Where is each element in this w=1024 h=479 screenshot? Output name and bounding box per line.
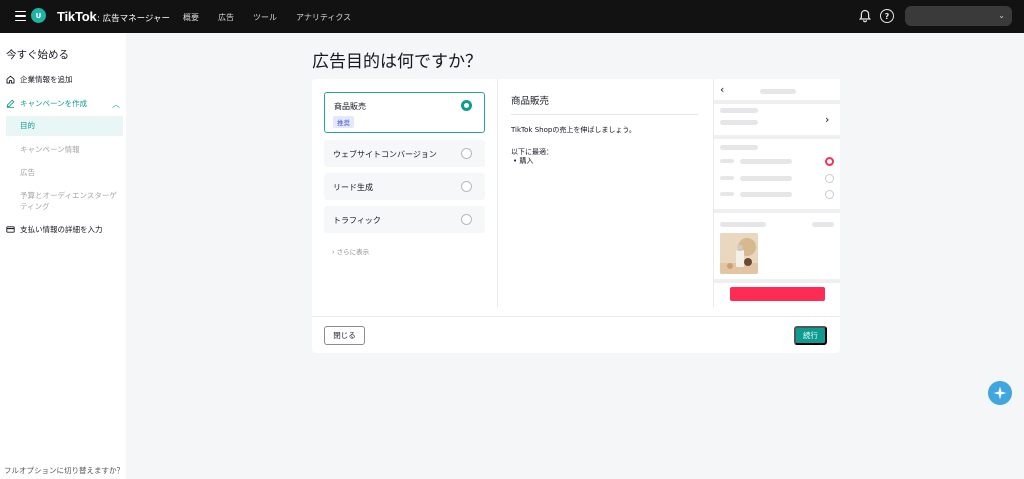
- help-icon[interactable]: ?: [880, 9, 894, 23]
- top-bar: U TikTok : 広告マネージャー 概要 広告 ツール アナリティクス ? …: [0, 0, 1024, 33]
- preview-divider: [714, 100, 840, 104]
- preview-divider: [714, 135, 840, 139]
- divider: [497, 79, 498, 307]
- switch-full-options-link[interactable]: フルオプションに切り替えますか？: [4, 465, 124, 476]
- chevron-right-icon: ›: [825, 113, 830, 126]
- preview-radio: [825, 174, 834, 183]
- objective-label: トラフィック: [333, 216, 381, 225]
- sidebar-item-payment[interactable]: 支払い情報の詳細を入力: [6, 224, 103, 235]
- sidebar-subitem-ad[interactable]: 広告: [6, 167, 123, 178]
- preview-placeholder: [740, 176, 792, 181]
- nav-analytics[interactable]: アナリティクス: [296, 12, 351, 23]
- sidebar-subitem-campaign-info[interactable]: キャンペーン情報: [6, 144, 123, 155]
- preview-placeholder: [720, 159, 734, 163]
- preview-placeholder: [720, 120, 758, 125]
- preview-placeholder: [740, 192, 792, 197]
- preview-placeholder: [740, 159, 792, 164]
- preview-radio: [825, 190, 834, 199]
- home-icon: [6, 75, 15, 84]
- preview-placeholder: [720, 176, 734, 180]
- preview-placeholder: [812, 222, 834, 227]
- chevron-down-icon: ⌄: [998, 11, 1005, 20]
- avatar[interactable]: U: [31, 8, 46, 23]
- sidebar-title: 今すぐ始める: [6, 49, 69, 61]
- recommended-badge: 推奨: [333, 116, 354, 128]
- objective-label: ウェブサイトコンバージョン: [333, 150, 437, 159]
- sidebar-subitem-objective[interactable]: 目的: [6, 116, 123, 136]
- sidebar-subitem-budget-targeting[interactable]: 予算とオーディエンスターゲティング: [6, 190, 123, 212]
- phone-preview: ‹ ›: [713, 79, 840, 307]
- page-title: 広告目的は何ですか？: [312, 52, 482, 72]
- detail-title: 商品販売: [511, 96, 550, 107]
- objective-option-website-conversions[interactable]: ウェブサイトコンバージョン: [324, 140, 485, 167]
- preview-placeholder: [720, 145, 758, 150]
- brand-logo[interactable]: TikTok: [57, 9, 97, 24]
- radio[interactable]: [461, 148, 472, 159]
- radio-selected[interactable]: [461, 100, 472, 111]
- divider: [312, 316, 840, 317]
- preview-placeholder: [720, 192, 734, 196]
- menu-icon[interactable]: [10, 7, 30, 25]
- sidebar: 今すぐ始める 企業情報を追加 キャンペーンを作成 ︿ 目的 キャンペーン情報 広…: [0, 33, 126, 479]
- account-select[interactable]: ⌄: [905, 6, 1012, 26]
- sidebar-item-label: 企業情報を追加: [20, 75, 73, 84]
- objective-label: リード生成: [333, 183, 373, 192]
- best-for-item: • 購入: [513, 157, 534, 165]
- objective-card: 商品販売 推奨 ウェブサイトコンバージョン リード生成 トラフィック › さらに…: [312, 79, 840, 353]
- chevron-up-icon[interactable]: ︿: [112, 99, 120, 110]
- preview-placeholder: [720, 108, 758, 113]
- nav-tools[interactable]: ツール: [253, 12, 277, 23]
- edit-icon: [6, 99, 15, 108]
- nav-overview[interactable]: 概要: [183, 12, 199, 23]
- preview-divider: [714, 209, 840, 213]
- card-icon: [6, 225, 15, 234]
- sidebar-item-business-info[interactable]: 企業情報を追加: [6, 74, 73, 85]
- nav-ads[interactable]: 広告: [218, 12, 234, 23]
- brand-subtitle: : 広告マネージャー: [97, 14, 170, 24]
- divider: [511, 114, 698, 115]
- sidebar-item-label: 支払い情報の詳細を入力: [20, 225, 103, 234]
- preview-placeholder: [760, 89, 796, 94]
- product-image: [720, 233, 758, 274]
- preview-cta-button: [730, 287, 825, 301]
- objective-label: 商品販売: [334, 102, 366, 111]
- show-more-link[interactable]: › さらに表示: [332, 246, 369, 256]
- back-arrow-icon: ‹: [720, 83, 725, 96]
- top-nav: 概要 広告 ツール アナリティクス: [183, 12, 370, 23]
- preview-divider: [714, 279, 840, 283]
- objective-option-lead-generation[interactable]: リード生成: [324, 173, 485, 200]
- objective-option-traffic[interactable]: トラフィック: [324, 206, 485, 233]
- sidebar-item-label: キャンペーンを作成: [20, 99, 88, 108]
- detail-description: TikTok Shopの売上を伸ばしましょう。: [511, 126, 636, 134]
- sparkle-assistant-icon[interactable]: [988, 381, 1012, 405]
- preview-placeholder: [720, 222, 766, 227]
- objective-option-product-sales[interactable]: 商品販売 推奨: [324, 92, 485, 133]
- objective-list: 商品販売 推奨 ウェブサイトコンバージョン リード生成 トラフィック › さらに…: [312, 79, 498, 309]
- close-button[interactable]: 閉じる: [324, 326, 365, 345]
- sidebar-item-create-campaign[interactable]: キャンペーンを作成: [6, 98, 87, 109]
- bell-icon[interactable]: [858, 9, 872, 23]
- radio[interactable]: [461, 214, 472, 225]
- continue-button[interactable]: 続行: [794, 326, 827, 345]
- radio[interactable]: [461, 181, 472, 192]
- preview-radio-selected: [825, 157, 834, 166]
